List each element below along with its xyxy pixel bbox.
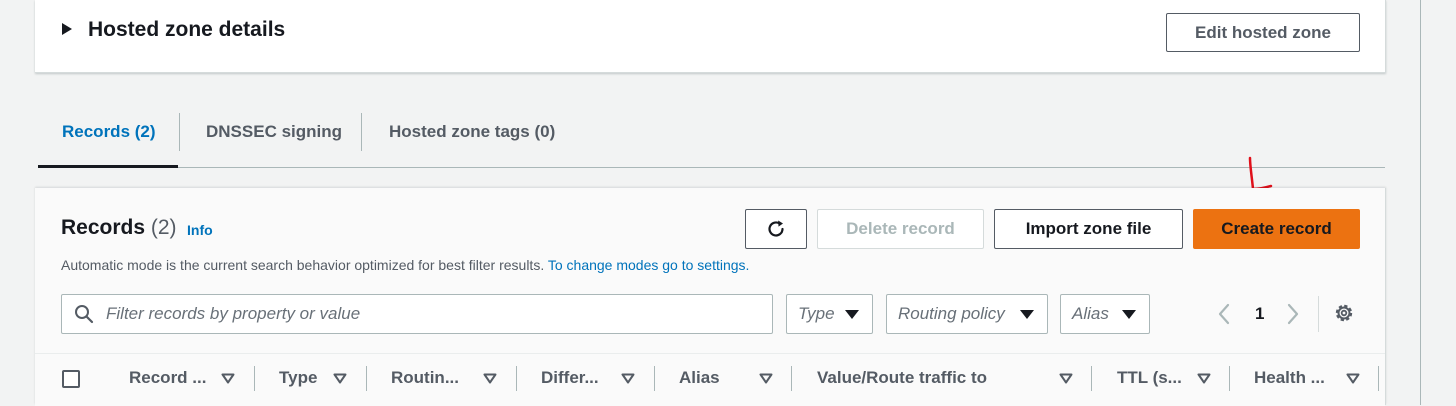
alias-filter-select[interactable]: Alias [1060, 294, 1150, 334]
column-header-type[interactable]: Type [279, 368, 317, 388]
records-title: Records [61, 216, 146, 239]
column-header-ttl[interactable]: TTL (s... [1117, 368, 1182, 388]
hosted-zone-details-heading[interactable]: Hosted zone details [88, 17, 285, 43]
description-text: Automatic mode is the current search beh… [61, 257, 545, 273]
type-filter-label: Type [798, 304, 835, 323]
records-count: (2) [150, 216, 177, 239]
column-header-value-route[interactable]: Value/Route traffic to [817, 368, 987, 388]
sort-icon[interactable] [621, 373, 635, 384]
caret-down-icon [845, 310, 859, 319]
sort-icon[interactable] [759, 373, 773, 384]
sort-icon[interactable] [1346, 373, 1360, 384]
settings-link[interactable]: To change modes go to settings. [548, 257, 750, 273]
tab-separator [179, 113, 180, 151]
tab-separator [361, 113, 362, 151]
routing-policy-filter-select[interactable]: Routing policy [886, 294, 1048, 334]
create-record-button[interactable]: Create record [1193, 209, 1360, 249]
column-header-differentiator[interactable]: Differ... [541, 368, 599, 388]
sort-icon[interactable] [333, 373, 347, 384]
sort-icon[interactable] [221, 373, 235, 384]
gear-icon[interactable] [1333, 302, 1355, 324]
column-divider[interactable] [254, 366, 255, 391]
column-header-alias[interactable]: Alias [679, 368, 720, 388]
column-header-health-check[interactable]: Health ... [1254, 368, 1325, 388]
column-divider[interactable] [791, 366, 792, 391]
column-divider[interactable] [1378, 366, 1379, 391]
sort-icon[interactable] [1197, 373, 1211, 384]
edit-hosted-zone-button[interactable]: Edit hosted zone [1166, 13, 1360, 52]
next-page-icon[interactable] [1286, 303, 1300, 325]
active-tab-indicator [38, 165, 178, 168]
refresh-button[interactable] [745, 209, 807, 249]
column-header-record-name[interactable]: Record ... [129, 368, 206, 388]
import-zone-file-button[interactable]: Import zone file [994, 209, 1183, 249]
type-filter-select[interactable]: Type [786, 294, 873, 334]
caret-down-icon [1122, 310, 1136, 319]
info-link[interactable]: Info [187, 222, 213, 238]
search-mode-description: Automatic mode is the current search beh… [61, 256, 749, 274]
page-scrollbar[interactable] [1420, 0, 1421, 405]
column-divider[interactable] [516, 366, 517, 391]
sort-icon[interactable] [1059, 373, 1073, 384]
sort-icon[interactable] [483, 373, 497, 384]
tabs-divider [38, 167, 1385, 168]
tab-hosted-zone-tags[interactable]: Hosted zone tags (0) [389, 122, 555, 142]
tab-records[interactable]: Records (2) [62, 122, 156, 142]
caret-down-icon [1020, 310, 1034, 319]
column-divider[interactable] [654, 366, 655, 391]
refresh-icon [768, 220, 784, 237]
column-divider[interactable] [1091, 366, 1092, 391]
delete-record-button[interactable]: Delete record [817, 209, 984, 249]
pagination-divider [1318, 296, 1319, 332]
records-heading: Records (2) [61, 215, 177, 241]
search-box[interactable] [61, 294, 773, 334]
previous-page-icon[interactable] [1217, 303, 1231, 325]
column-header-routing-policy[interactable]: Routin... [391, 368, 459, 388]
tab-dnssec-signing[interactable]: DNSSEC signing [206, 122, 342, 142]
select-all-checkbox[interactable] [62, 370, 80, 388]
search-input[interactable] [104, 303, 748, 325]
search-icon [75, 305, 94, 324]
expand-caret-icon[interactable] [62, 23, 72, 35]
routing-policy-filter-label: Routing policy [898, 304, 1005, 323]
column-divider[interactable] [1229, 366, 1230, 391]
current-page-number[interactable]: 1 [1255, 304, 1264, 324]
column-divider[interactable] [366, 366, 367, 391]
alias-filter-label: Alias [1072, 304, 1109, 323]
